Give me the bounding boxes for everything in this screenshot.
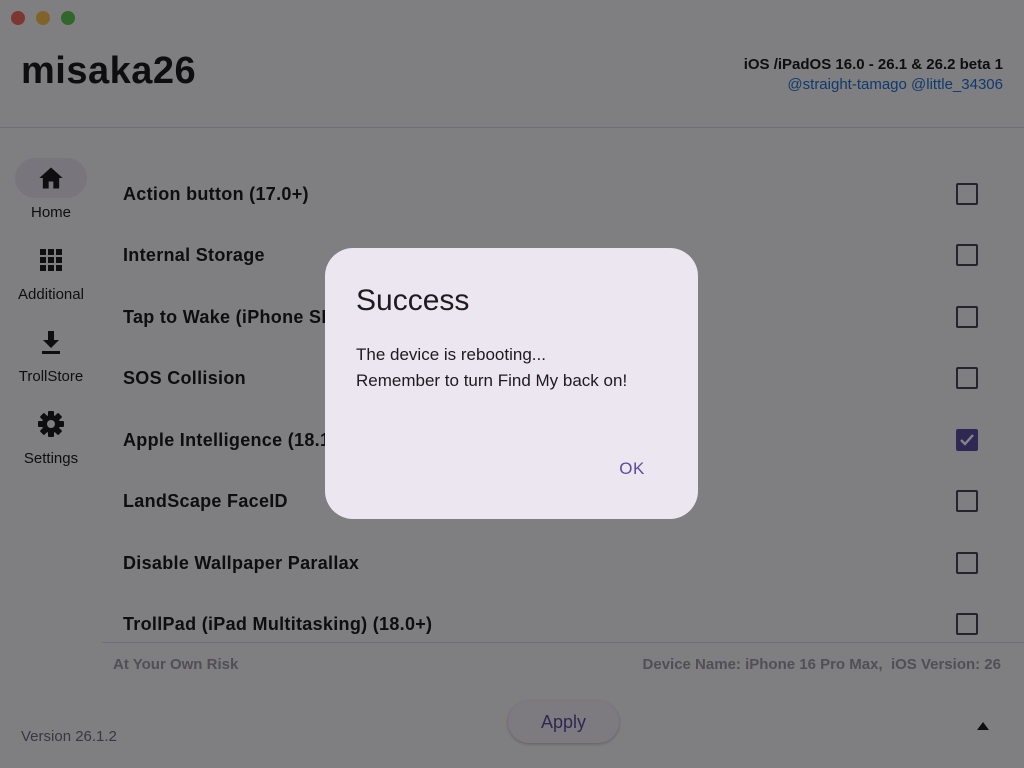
dialog-message: The device is rebooting... Remember to t… xyxy=(356,342,627,394)
success-dialog: Success The device is rebooting... Remem… xyxy=(325,248,698,519)
dialog-message-line: The device is rebooting... xyxy=(356,345,546,364)
dialog-message-line: Remember to turn Find My back on! xyxy=(356,371,628,390)
ok-button[interactable]: OK xyxy=(603,454,661,484)
dialog-title: Success xyxy=(356,284,470,317)
